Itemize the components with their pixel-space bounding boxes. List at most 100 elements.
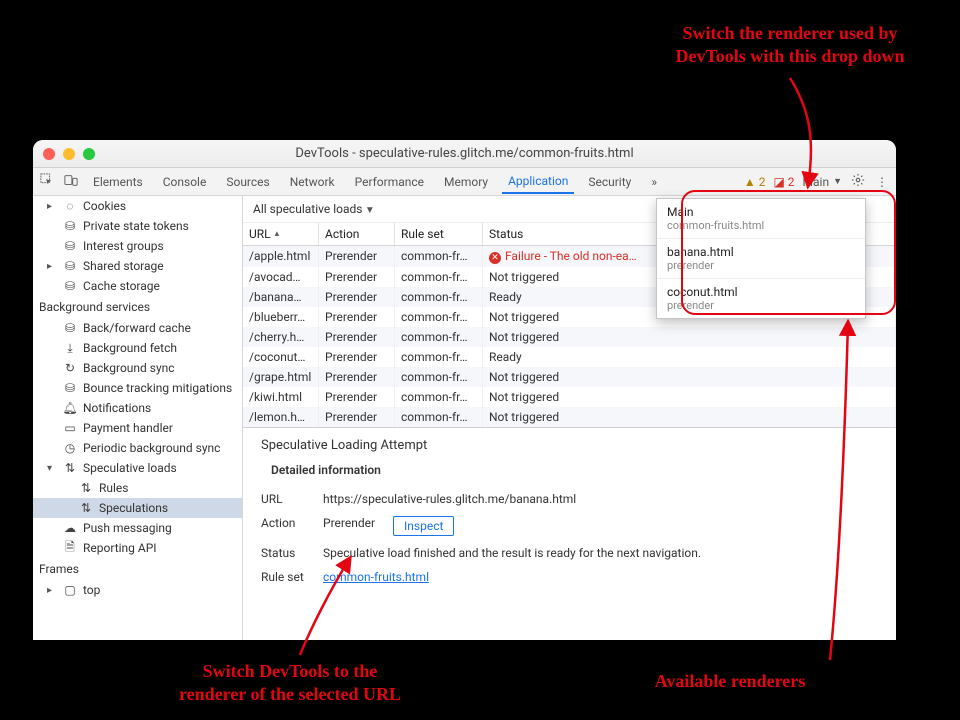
speculation-detail: Speculative Loading Attempt Detailed inf…: [243, 427, 896, 595]
close-icon[interactable]: [43, 148, 55, 160]
device-toolbar-icon[interactable]: [63, 173, 79, 190]
table-row[interactable]: /kiwi.htmlPrerendercommon-fr…Not trigger…: [243, 387, 896, 407]
errors-badge[interactable]: ◪ 2: [773, 175, 794, 189]
tab-network[interactable]: Network: [284, 171, 341, 193]
column-url[interactable]: URL▴: [243, 223, 319, 245]
cell-ruleset: common-fr…: [395, 267, 483, 287]
sidebar-item-periodic-sync[interactable]: ◷Periodic background sync: [33, 438, 242, 458]
renderer-item-banana[interactable]: banana.html prerender: [657, 239, 865, 279]
sidebar-group-bg-services: Background services: [33, 296, 242, 318]
warnings-badge[interactable]: ▲ 2: [744, 175, 766, 189]
sidebar-item-speculative-loads[interactable]: ▾⇅Speculative loads: [33, 458, 242, 478]
titlebar: DevTools - speculative-rules.glitch.me/c…: [33, 140, 896, 168]
sidebar-item-bf-cache[interactable]: ⛁Back/forward cache: [33, 318, 242, 338]
cell-ruleset: common-fr…: [395, 367, 483, 387]
renderer-item-main[interactable]: Main common-fruits.html: [657, 199, 865, 239]
detail-url-label: URL: [261, 492, 313, 506]
tab-sources[interactable]: Sources: [220, 171, 275, 193]
tab-security[interactable]: Security: [582, 171, 637, 193]
inspect-element-icon[interactable]: [39, 173, 55, 190]
detail-status-value: Speculative load finished and the result…: [323, 546, 701, 560]
cell-action: Prerender: [319, 367, 395, 387]
download-icon: ⤓: [63, 341, 77, 355]
sidebar-item-cache-storage[interactable]: ⛁Cache storage: [33, 276, 242, 296]
card-icon: ▭: [63, 421, 77, 435]
detail-ruleset-link[interactable]: common-fruits.html: [323, 570, 429, 584]
detail-section-title: Detailed information: [271, 463, 878, 477]
swap-icon: ⇅: [79, 481, 93, 495]
table-row[interactable]: /cherry.h…Prerendercommon-fr…Not trigger…: [243, 327, 896, 347]
sidebar-item-push-messaging[interactable]: ☁Push messaging: [33, 518, 242, 538]
filter-label: All speculative loads: [253, 202, 375, 216]
cookie-icon: ◌: [63, 199, 77, 213]
sidebar-item-rules[interactable]: ⇅Rules: [33, 478, 242, 498]
database-icon: ⛁: [63, 279, 77, 293]
sidebar-item-bounce-tracking[interactable]: ⛁Bounce tracking mitigations: [33, 378, 242, 398]
cell-ruleset: common-fr…: [395, 407, 483, 427]
sidebar-item-shared-storage[interactable]: ▸⛁Shared storage: [33, 256, 242, 276]
sidebar-item-cookies[interactable]: ▸◌Cookies: [33, 196, 242, 216]
cell-action: Prerender: [319, 287, 395, 307]
detail-url-value: https://speculative-rules.glitch.me/bana…: [323, 492, 576, 506]
application-sidebar: ▸◌Cookies ⛁Private state tokens ⛁Interes…: [33, 196, 243, 640]
cell-url: /coconut…: [243, 347, 319, 367]
minimize-icon[interactable]: [63, 148, 75, 160]
window-title: DevTools - speculative-rules.glitch.me/c…: [33, 146, 896, 161]
tab-performance[interactable]: Performance: [349, 171, 430, 193]
kebab-menu-icon[interactable]: ⋮: [874, 175, 890, 189]
table-row[interactable]: /coconut…Prerendercommon-fr…Ready: [243, 347, 896, 367]
cell-status: Not triggered: [483, 387, 896, 407]
traffic-lights: [43, 148, 95, 160]
tab-elements[interactable]: Elements: [87, 171, 149, 193]
cell-status: Ready: [483, 347, 896, 367]
inspect-button[interactable]: Inspect: [393, 516, 454, 536]
cloud-icon: ☁: [63, 521, 77, 535]
detail-heading: Speculative Loading Attempt: [261, 438, 878, 453]
more-tabs-icon[interactable]: »: [645, 171, 663, 193]
sidebar-item-speculations[interactable]: ⇅Speculations: [33, 498, 242, 518]
tab-console[interactable]: Console: [157, 171, 213, 193]
table-row[interactable]: /grape.htmlPrerendercommon-fr…Not trigge…: [243, 367, 896, 387]
clock-icon: ◷: [63, 441, 77, 455]
report-icon: 🗎: [63, 541, 77, 555]
cell-url: /avocad…: [243, 267, 319, 287]
sidebar-group-frames: Frames: [33, 558, 242, 580]
cell-action: Prerender: [319, 347, 395, 367]
cell-url: /cherry.h…: [243, 327, 319, 347]
cell-ruleset: common-fr…: [395, 347, 483, 367]
renderer-dropdown[interactable]: Main ▼: [803, 175, 842, 189]
frame-icon: ▢: [63, 583, 77, 597]
sidebar-item-private-state-tokens[interactable]: ⛁Private state tokens: [33, 216, 242, 236]
sort-asc-icon: ▴: [275, 229, 280, 239]
table-row[interactable]: /lemon.h…Prerendercommon-fr…Not triggere…: [243, 407, 896, 427]
sidebar-item-background-fetch[interactable]: ⤓Background fetch: [33, 338, 242, 358]
cell-url: /banana…: [243, 287, 319, 307]
sidebar-item-frame-top[interactable]: ▸▢top: [33, 580, 242, 600]
column-action[interactable]: Action: [319, 223, 395, 245]
cell-status: Not triggered: [483, 367, 896, 387]
swap-icon: ⇅: [63, 461, 77, 475]
cell-action: Prerender: [319, 407, 395, 427]
cell-action: Prerender: [319, 327, 395, 347]
column-ruleset[interactable]: Rule set: [395, 223, 483, 245]
sidebar-item-payment-handler[interactable]: ▭Payment handler: [33, 418, 242, 438]
maximize-icon[interactable]: [83, 148, 95, 160]
sidebar-item-notifications[interactable]: 🔔︎Notifications: [33, 398, 242, 418]
sidebar-item-background-sync[interactable]: ↻Background sync: [33, 358, 242, 378]
cell-url: /blueberr…: [243, 307, 319, 327]
database-icon: ⛁: [63, 239, 77, 253]
devtools-window: DevTools - speculative-rules.glitch.me/c…: [33, 140, 896, 640]
renderer-item-coconut[interactable]: coconut.html prerender: [657, 279, 865, 318]
annotation-bottom-right: Available renderers: [620, 670, 840, 693]
cell-url: /apple.html: [243, 246, 319, 267]
tab-memory[interactable]: Memory: [438, 171, 494, 193]
sidebar-item-interest-groups[interactable]: ⛁Interest groups: [33, 236, 242, 256]
cell-ruleset: common-fr…: [395, 246, 483, 267]
tab-application[interactable]: Application: [502, 170, 574, 194]
cell-action: Prerender: [319, 267, 395, 287]
sidebar-item-reporting-api[interactable]: 🗎Reporting API: [33, 538, 242, 558]
cell-ruleset: common-fr…: [395, 287, 483, 307]
cell-ruleset: common-fr…: [395, 387, 483, 407]
detail-action-label: Action: [261, 516, 313, 536]
gear-icon[interactable]: [850, 173, 866, 190]
